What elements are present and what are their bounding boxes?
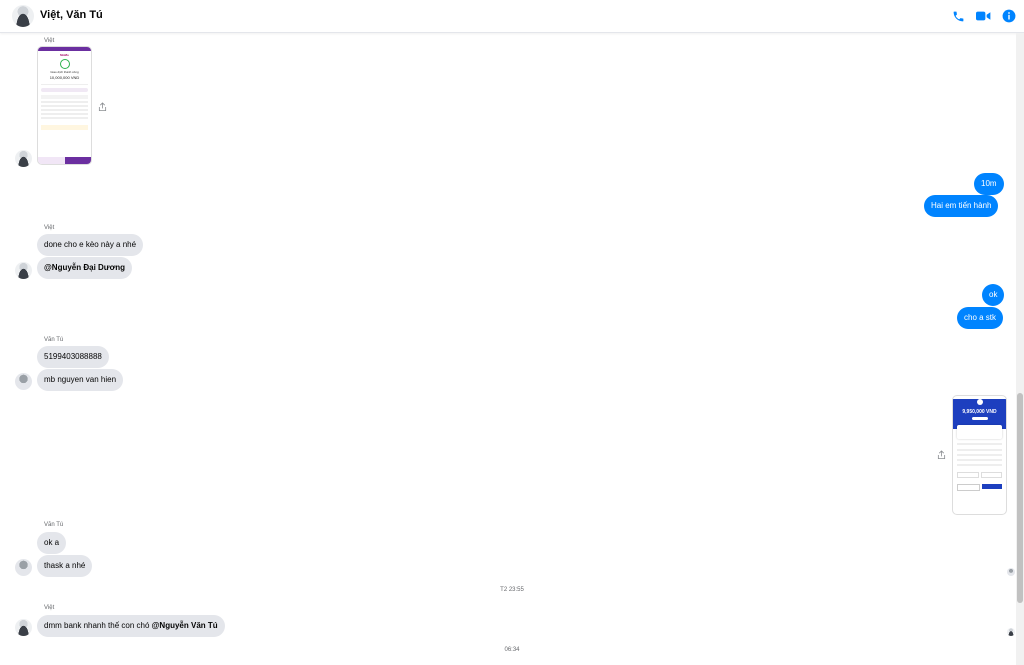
sender-name: Việt [44, 38, 55, 44]
message-bubble-incoming: ok a [37, 532, 67, 554]
sender-name: Văn Tú [44, 337, 64, 343]
info-icon[interactable] [1001, 8, 1017, 24]
bank-amount: 9,950,000 VND [962, 409, 997, 415]
message-bubble-incoming: thask a nhé [37, 555, 93, 577]
scrollbar-thumb[interactable] [1017, 393, 1023, 603]
group-avatar[interactable] [12, 5, 34, 27]
sender-name: Văn Tú [44, 522, 64, 528]
share-icon[interactable] [98, 102, 107, 112]
payment-screenshot-momo[interactable]: MoMo Giao dịch thành công 10,000,000 VND [37, 46, 92, 165]
message-bubble-incoming: done cho e kèo này a nhé [37, 234, 144, 256]
message-text: dmm bank nhanh thế con chó [44, 621, 152, 630]
read-receipt-avatar [1007, 628, 1015, 636]
scrollbar-track[interactable] [1016, 33, 1024, 665]
sender-avatar-default [15, 373, 32, 390]
message-bubble-incoming: mb nguyen van hien [37, 369, 124, 391]
conversation-title[interactable]: Việt, Văn Tú [40, 9, 103, 21]
timestamp: 06:34 [504, 647, 520, 653]
sender-name: Việt [44, 605, 55, 611]
read-receipt-avatar [1007, 568, 1015, 576]
message-bubble-outgoing: 10m [974, 173, 1004, 195]
message-bubble-incoming: dmm bank nhanh thế con chó @Nguyễn Văn T… [37, 615, 225, 637]
momo-amount: 10,000,000 VND [49, 75, 80, 80]
sender-avatar [15, 262, 32, 279]
message-bubble-incoming: 5199403088888 [37, 346, 109, 368]
momo-logo: MoMo [60, 53, 69, 57]
sender-name: Việt [44, 225, 55, 231]
momo-title: Giao dịch thành công [50, 70, 79, 74]
conversation-header: Việt, Văn Tú [0, 0, 1024, 33]
message-bubble-outgoing: ok [982, 284, 1005, 306]
mention-link[interactable]: @Nguyễn Văn Tú [152, 621, 218, 630]
message-bubble-outgoing: cho a stk [957, 307, 1004, 329]
message-bubble-outgoing: Hai em tiến hành [924, 195, 999, 217]
sender-avatar [15, 150, 32, 167]
phone-call-icon[interactable] [950, 8, 966, 24]
sender-avatar-default [15, 559, 32, 576]
timestamp: T2 23:55 [500, 587, 524, 593]
sender-avatar [15, 619, 32, 636]
payment-screenshot-bank[interactable]: 9,950,000 VND [952, 395, 1007, 515]
video-call-icon[interactable] [975, 8, 991, 24]
mention-bubble[interactable]: @Nguyễn Đại Dương [37, 257, 133, 279]
share-icon[interactable] [937, 450, 946, 460]
